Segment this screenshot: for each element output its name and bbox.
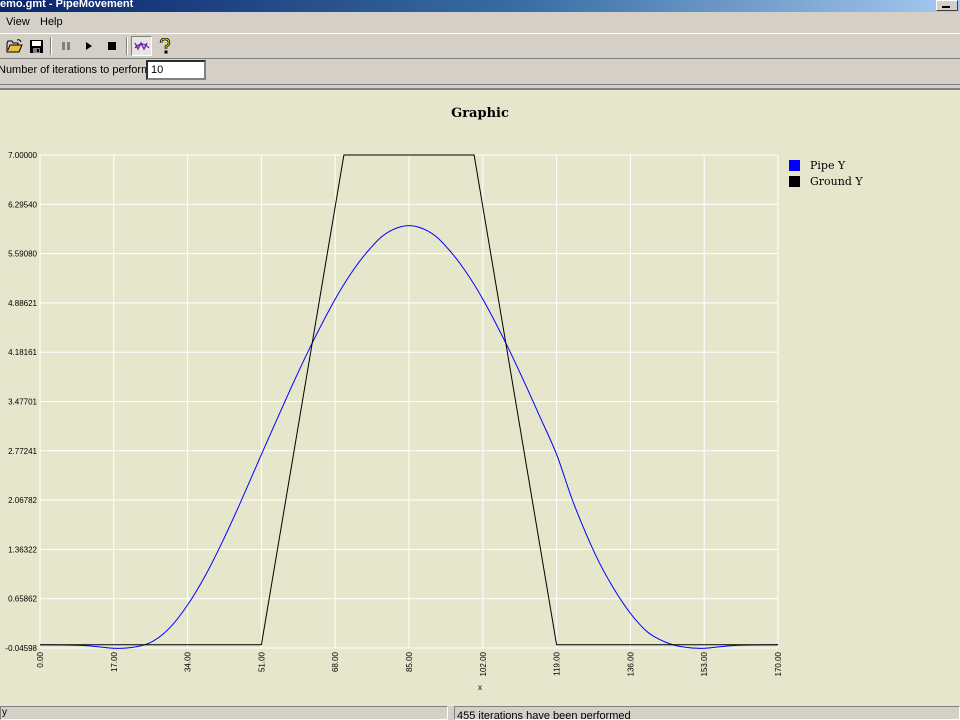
play-icon[interactable] — [78, 36, 99, 56]
toolbar — [0, 33, 960, 59]
x-tick-label: 0.00 — [36, 651, 45, 667]
chart-legend: Pipe Y Ground Y — [789, 157, 863, 189]
iterations-input[interactable] — [146, 60, 206, 80]
y-tick-label: 7.00000 — [8, 151, 37, 160]
y-tick-label: 4.88621 — [8, 299, 37, 308]
graph-icon[interactable] — [131, 36, 152, 56]
y-tick-label: 5.59080 — [8, 250, 37, 259]
status-message: 455 iterations have been performed — [454, 706, 960, 720]
toolbar-separator — [50, 37, 52, 55]
x-axis-label: x — [478, 683, 482, 692]
chart-panel: Graphic -0.04598 0.65862 1.36322 2.06782 2.7… — [0, 88, 960, 708]
x-tick-label: 68.00 — [331, 651, 340, 672]
chart-grid — [39, 154, 779, 649]
save-disk-icon[interactable] — [26, 36, 47, 56]
legend-item-ground-y: Ground Y — [789, 173, 863, 189]
menu-help[interactable]: Help — [40, 16, 63, 28]
y-tick-label: 1.36322 — [8, 545, 37, 554]
legend-label-pipe-y: Pipe Y — [810, 158, 846, 172]
title-bar: emo.gmt - PipeMovement — [0, 0, 960, 12]
y-axis-ticks: -0.04598 0.65862 1.36322 2.06782 2.77241 3.47… — [5, 151, 37, 653]
open-folder-icon[interactable] — [4, 36, 25, 56]
y-tick-label: 0.65862 — [8, 595, 37, 604]
y-tick-label: 2.06782 — [8, 496, 37, 505]
x-tick-label: 170.00 — [774, 651, 783, 676]
help-icon[interactable] — [154, 36, 175, 56]
pause-icon[interactable] — [55, 36, 76, 56]
x-tick-label: 136.00 — [626, 651, 635, 676]
x-axis-ticks: 0.00 17.00 34.00 51.00 68.00 85.00 102.00 119.0… — [36, 651, 783, 676]
x-tick-label: 102.00 — [479, 651, 488, 676]
menu-view[interactable]: View — [6, 16, 30, 28]
y-tick-label: 3.47701 — [8, 398, 37, 407]
x-tick-label: 85.00 — [405, 651, 414, 672]
x-tick-label: 17.00 — [110, 651, 119, 672]
minimize-button[interactable] — [936, 0, 958, 11]
y-tick-label: 6.29540 — [8, 200, 37, 209]
menu-bar: View Help — [0, 13, 960, 32]
legend-item-pipe-y: Pipe Y — [789, 157, 863, 173]
window-title: emo.gmt - PipeMovement — [0, 0, 134, 10]
legend-swatch-pipe-y — [789, 159, 800, 171]
stop-icon[interactable] — [101, 36, 122, 56]
y-tick-label: 2.77241 — [8, 447, 37, 456]
iterations-label: Number of iterations to perform — [0, 64, 151, 76]
status-bar: y 455 iterations have been performed — [0, 706, 960, 720]
x-tick-label: 153.00 — [700, 651, 709, 676]
x-tick-label: 34.00 — [184, 651, 193, 672]
status-left: y — [0, 706, 448, 720]
iterations-bar: Number of iterations to perform — [0, 58, 960, 85]
x-tick-label: 51.00 — [257, 651, 266, 672]
y-tick-label: 4.18161 — [8, 348, 37, 357]
legend-swatch-ground-y — [789, 175, 800, 187]
y-tick-label: -0.04598 — [5, 644, 37, 653]
toolbar-separator — [126, 37, 128, 55]
x-tick-label: 119.00 — [553, 651, 562, 675]
legend-label-ground-y: Ground Y — [810, 174, 863, 188]
